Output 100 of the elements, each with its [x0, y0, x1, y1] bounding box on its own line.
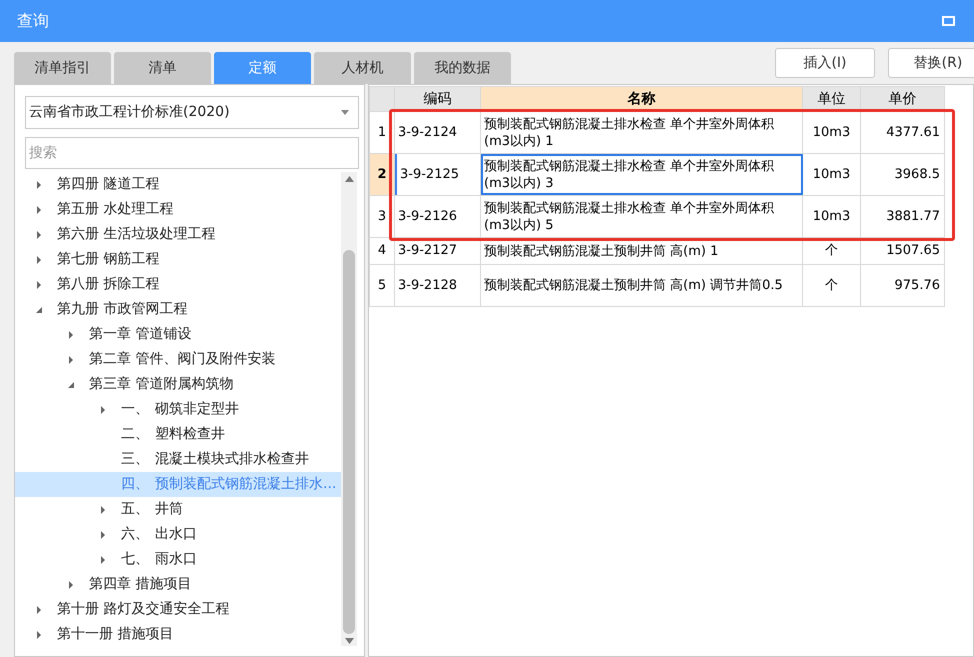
tree-item[interactable]: 七、 雨水口	[15, 547, 341, 572]
code-cell: 3-9-2125	[395, 154, 481, 195]
collapsed-triangle-icon[interactable]	[35, 230, 43, 238]
price-cell: 3968.5	[861, 154, 945, 195]
standard-dropdown[interactable]: 云南省市政工程计价标准(2020)	[25, 96, 359, 129]
scroll-down-icon[interactable]	[344, 638, 354, 644]
item-label: 第七册 钢筋工程	[57, 250, 160, 269]
maximize-icon[interactable]	[942, 16, 955, 26]
tree-item[interactable]: 二、 塑料检查井	[15, 422, 341, 447]
item-number: 三、	[121, 450, 150, 469]
collapsed-triangle-icon[interactable]	[99, 406, 107, 414]
search-field[interactable]: 搜索	[25, 137, 359, 169]
window-title: 查询	[17, 10, 49, 32]
collapsed-triangle-icon[interactable]	[35, 606, 43, 614]
item-number: 六、	[121, 525, 150, 544]
item-label: 雨水口	[155, 550, 197, 569]
item-number: 一、	[121, 400, 150, 419]
tab[interactable]: 清单指引	[14, 52, 111, 84]
name-cell: 预制装配式钢筋混凝土排水检查 单个井室外周体积(m3以内) 1	[481, 112, 803, 153]
collapsed-triangle-icon[interactable]	[99, 506, 107, 514]
name-cell: 预制装配式钢筋混凝土预制井筒 高(m) 1	[481, 238, 803, 264]
tree-item[interactable]: 第四册 隧道工程	[15, 172, 341, 197]
tree-item[interactable]: 第十册 路灯及交通安全工程	[15, 597, 341, 622]
tree-item[interactable]: 第三章 管道附属构筑物	[15, 372, 341, 397]
collapsed-triangle-icon[interactable]	[35, 256, 43, 264]
item-number: 七、	[121, 550, 150, 569]
action-button[interactable]: 插入(I)	[775, 48, 875, 78]
item-label: 塑料检查井	[155, 425, 225, 444]
price-cell: 975.76	[861, 265, 945, 306]
name-cell: 预制装配式钢筋混凝土排水检查 单个井室外周体积(m3以内) 3	[481, 154, 803, 195]
price-cell: 4377.61	[861, 112, 945, 153]
price-cell: 3881.77	[861, 196, 945, 237]
tree-item[interactable]: 第四章 措施项目	[15, 572, 341, 597]
column-header[interactable]: 单价	[861, 87, 945, 111]
item-number: 二、	[121, 425, 150, 444]
collapsed-triangle-icon[interactable]	[99, 530, 107, 538]
price-cell: 1507.65	[861, 238, 945, 264]
item-label: 第十一册 措施项目	[57, 625, 174, 644]
item-number: 五、	[121, 500, 150, 519]
tree-item[interactable]: 第二章 管件、阀门及附件安装	[15, 347, 341, 372]
tree-item[interactable]: 第五册 水处理工程	[15, 197, 341, 222]
item-label: 井筒	[155, 500, 183, 519]
collapsed-triangle-icon[interactable]	[35, 180, 43, 188]
collapsed-triangle-icon[interactable]	[35, 206, 43, 214]
unit-cell: 个	[803, 265, 861, 306]
item-label: 第二章 管件、阀门及附件安装	[89, 350, 276, 369]
item-label: 第五册 水处理工程	[57, 200, 174, 219]
item-label: 第十册 路灯及交通安全工程	[57, 600, 230, 619]
item-label: 第四册 隧道工程	[57, 175, 160, 194]
tree-item[interactable]: 三、 混凝土模块式排水检查井	[15, 447, 341, 472]
item-label: 混凝土模块式排水检查井	[155, 450, 309, 469]
tab[interactable]: 清单	[114, 52, 211, 84]
collapsed-triangle-icon[interactable]	[67, 356, 75, 364]
item-label: 第六册 生活垃圾处理工程	[57, 225, 216, 244]
dropdown-value: 云南省市政工程计价标准(2020)	[29, 103, 231, 122]
collapsed-triangle-icon[interactable]	[99, 556, 107, 564]
tree-item[interactable]: 第八册 拆除工程	[15, 272, 341, 297]
item-label: 砌筑非定型井	[155, 400, 239, 419]
expanded-triangle-icon[interactable]	[67, 380, 75, 388]
item-label: 第八册 拆除工程	[57, 275, 160, 294]
scroll-up-icon[interactable]	[344, 176, 354, 182]
code-cell: 3-9-2127	[395, 238, 481, 264]
tab[interactable]: 人材机	[314, 52, 411, 84]
action-button[interactable]: 替换(R)	[888, 48, 974, 78]
unit-cell: 10m3	[803, 154, 861, 195]
tree-item[interactable]: 第九册 市政管网工程	[15, 297, 341, 322]
scrollbar[interactable]	[341, 172, 357, 646]
scroll-thumb[interactable]	[343, 250, 355, 634]
unit-cell: 个	[803, 238, 861, 264]
name-cell: 预制装配式钢筋混凝土预制井筒 高(m) 调节井筒0.5	[481, 265, 803, 306]
item-number: 四、	[121, 475, 150, 494]
expanded-triangle-icon[interactable]	[35, 306, 43, 314]
unit-cell: 10m3	[803, 196, 861, 237]
tree-item[interactable]: 五、 井筒	[15, 497, 341, 522]
collapsed-triangle-icon[interactable]	[35, 630, 43, 638]
item-label: 第四章 措施项目	[89, 575, 192, 594]
tree-item[interactable]: 六、 出水口	[15, 522, 341, 547]
collapsed-triangle-icon[interactable]	[35, 280, 43, 288]
item-label: 预制装配式钢筋混凝土排水...	[155, 475, 336, 494]
column-header[interactable]: 名称	[481, 87, 803, 111]
tree-item[interactable]: 第十一册 措施项目	[15, 622, 341, 647]
tab[interactable]: 我的数据	[414, 52, 511, 84]
code-cell: 3-9-2128	[395, 265, 481, 306]
tree-item[interactable]: 第一章 管道铺设	[15, 322, 341, 347]
item-label: 第三章 管道附属构筑物	[89, 375, 234, 394]
dropdown-caret-icon	[341, 110, 349, 115]
collapsed-triangle-icon[interactable]	[67, 330, 75, 338]
item-label: 出水口	[155, 525, 197, 544]
unit-cell: 10m3	[803, 112, 861, 153]
column-header[interactable]: 编码	[395, 87, 481, 111]
tree-item[interactable]: 一、 砌筑非定型井	[15, 397, 341, 422]
collapsed-triangle-icon[interactable]	[67, 580, 75, 588]
item-label: 第九册 市政管网工程	[57, 300, 188, 319]
tree-item[interactable]: 第七册 钢筋工程	[15, 247, 341, 272]
name-cell: 预制装配式钢筋混凝土排水检查 单个井室外周体积(m3以内) 5	[481, 196, 803, 237]
tree-item[interactable]: 第六册 生活垃圾处理工程	[15, 222, 341, 247]
item-label: 第一章 管道铺设	[89, 325, 192, 344]
code-cell: 3-9-2126	[395, 196, 481, 237]
column-header[interactable]: 单位	[803, 87, 861, 111]
code-cell: 3-9-2124	[395, 112, 481, 153]
